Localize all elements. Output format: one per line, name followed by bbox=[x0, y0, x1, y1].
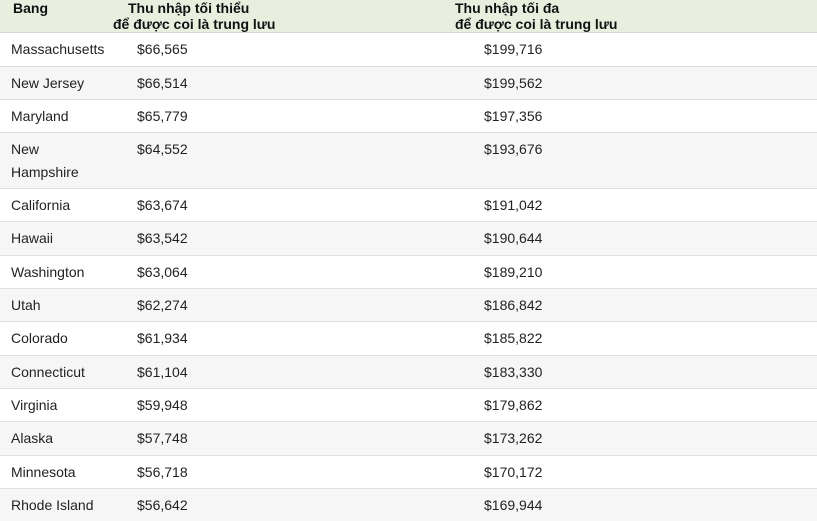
table-header: Bang Thu nhập tối thiểu để được coi là t… bbox=[0, 0, 817, 33]
cell-max-income: $173,262 bbox=[484, 430, 543, 446]
cell-state: Connecticut bbox=[11, 364, 85, 380]
cell-min-income: $57,748 bbox=[137, 430, 188, 446]
header-max-income: Thu nhập tối đa để được coi là trung lưu bbox=[455, 0, 617, 32]
cell-min-income: $62,274 bbox=[137, 297, 188, 313]
cell-max-income: $191,042 bbox=[484, 197, 543, 213]
header-min-line2: để được coi là trung lưu bbox=[113, 16, 276, 32]
table-row: Alaska $57,748 $173,262 bbox=[0, 422, 817, 456]
cell-min-income: $56,642 bbox=[137, 497, 188, 513]
table-row: Utah $62,274 $186,842 bbox=[0, 289, 817, 322]
cell-state: Alaska bbox=[11, 430, 54, 446]
table-row: Rhode Island $56,642 $169,944 bbox=[0, 489, 817, 521]
cell-max-income: $190,644 bbox=[484, 230, 543, 246]
table-row: New Jersey $66,514 $199,562 bbox=[0, 67, 817, 100]
cell-max-income: $199,562 bbox=[484, 75, 543, 91]
cell-state: Maryland bbox=[11, 108, 69, 124]
income-table: Bang Thu nhập tối thiểu để được coi là t… bbox=[0, 0, 817, 521]
cell-state: Hawaii bbox=[11, 230, 54, 246]
cell-max-income: $183,330 bbox=[484, 364, 543, 380]
table-row: Massachusetts $66,565 $199,716 bbox=[0, 33, 817, 67]
cell-state: Rhode Island bbox=[11, 497, 94, 513]
cell-min-income: $56,718 bbox=[137, 464, 188, 480]
table-row: California $63,674 $191,042 bbox=[0, 189, 817, 222]
cell-min-income: $65,779 bbox=[137, 108, 188, 124]
table-row: Maryland $65,779 $197,356 bbox=[0, 100, 817, 133]
header-max-line1: Thu nhập tối đa bbox=[455, 0, 560, 16]
cell-max-income: $189,210 bbox=[484, 264, 543, 280]
cell-state: Colorado bbox=[11, 330, 68, 346]
cell-min-income: $61,104 bbox=[137, 364, 188, 380]
header-max-line2: để được coi là trung lưu bbox=[455, 16, 618, 32]
table-row: Virginia $59,948 $179,862 bbox=[0, 389, 817, 422]
header-min-income: Thu nhập tối thiểu để được coi là trung … bbox=[113, 0, 275, 32]
cell-min-income: $64,552 bbox=[137, 141, 188, 157]
cell-state: California bbox=[11, 197, 71, 213]
cell-max-income: $199,716 bbox=[484, 41, 543, 57]
cell-state: New Jersey bbox=[11, 75, 85, 91]
header-state: Bang bbox=[13, 0, 48, 16]
cell-min-income: $63,064 bbox=[137, 264, 188, 280]
cell-min-income: $63,674 bbox=[137, 197, 188, 213]
cell-max-income: $186,842 bbox=[484, 297, 543, 313]
cell-max-income: $170,172 bbox=[484, 464, 543, 480]
table-row: Washington $63,064 $189,210 bbox=[0, 256, 817, 289]
cell-min-income: $66,565 bbox=[137, 41, 188, 57]
table-row: Connecticut $61,104 $183,330 bbox=[0, 356, 817, 389]
cell-state: New Hampshire bbox=[11, 141, 79, 180]
table-row: Colorado $61,934 $185,822 bbox=[0, 322, 817, 356]
cell-min-income: $63,542 bbox=[137, 230, 188, 246]
cell-max-income: $193,676 bbox=[484, 141, 543, 157]
cell-state: Utah bbox=[11, 297, 41, 313]
cell-max-income: $169,944 bbox=[484, 497, 543, 513]
table-row: New Hampshire $64,552 $193,676 bbox=[0, 133, 817, 189]
table-row: Minnesota $56,718 $170,172 bbox=[0, 456, 817, 489]
header-state-label: Bang bbox=[13, 0, 48, 16]
header-min-line1: Thu nhập tối thiểu bbox=[128, 0, 250, 16]
cell-state: Minnesota bbox=[11, 464, 76, 480]
cell-state: Massachusetts bbox=[11, 41, 105, 57]
cell-min-income: $61,934 bbox=[137, 330, 188, 346]
cell-min-income: $66,514 bbox=[137, 75, 188, 91]
cell-max-income: $179,862 bbox=[484, 397, 543, 413]
cell-state: Virginia bbox=[11, 397, 58, 413]
cell-state: Washington bbox=[11, 264, 85, 280]
cell-min-income: $59,948 bbox=[137, 397, 188, 413]
table-row: Hawaii $63,542 $190,644 bbox=[0, 222, 817, 256]
cell-max-income: $197,356 bbox=[484, 108, 543, 124]
cell-max-income: $185,822 bbox=[484, 330, 543, 346]
